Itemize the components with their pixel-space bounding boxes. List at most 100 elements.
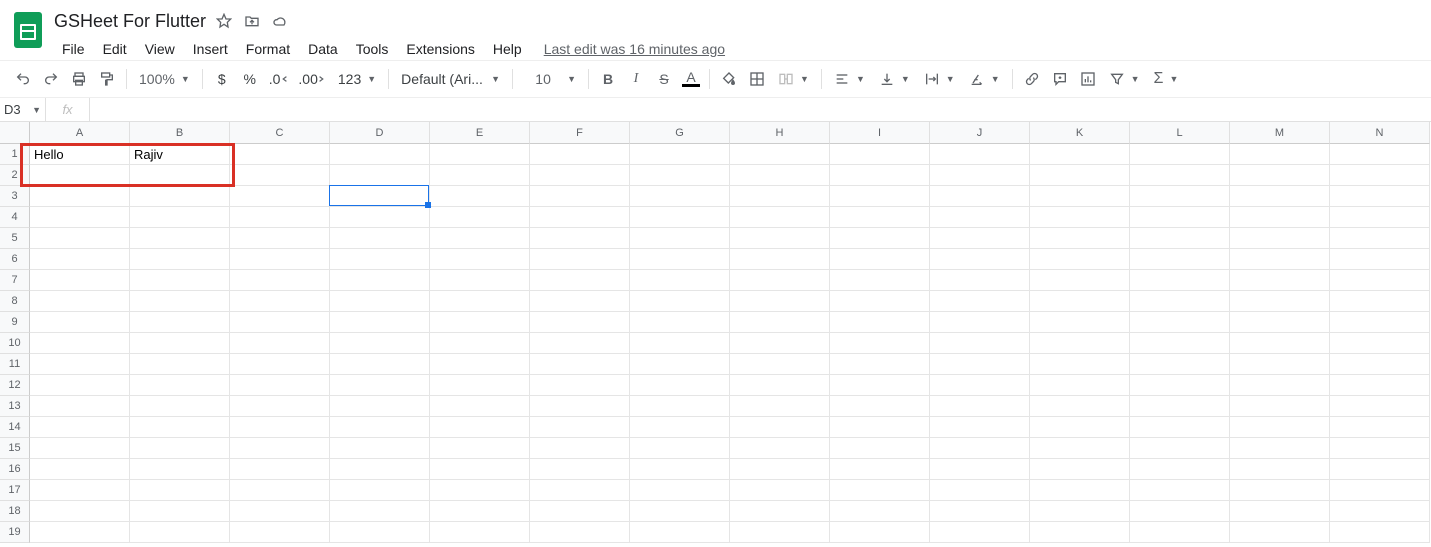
cell[interactable] (130, 270, 230, 291)
cell[interactable] (30, 459, 130, 480)
column-header[interactable]: A (30, 122, 130, 144)
cell[interactable] (630, 165, 730, 186)
cell[interactable] (530, 165, 630, 186)
cell[interactable] (1230, 396, 1330, 417)
cell[interactable] (430, 501, 530, 522)
cell[interactable] (530, 270, 630, 291)
cell[interactable] (330, 312, 430, 333)
cell[interactable] (330, 228, 430, 249)
cell[interactable] (1030, 438, 1130, 459)
cell[interactable] (430, 186, 530, 207)
cell[interactable] (930, 249, 1030, 270)
cell[interactable] (130, 522, 230, 543)
cell[interactable] (530, 522, 630, 543)
cell[interactable] (1230, 312, 1330, 333)
cell[interactable] (30, 480, 130, 501)
cell[interactable] (730, 312, 830, 333)
cell[interactable] (830, 186, 930, 207)
cell[interactable] (930, 375, 1030, 396)
row-header[interactable]: 12 (0, 375, 30, 396)
cell[interactable] (1330, 501, 1430, 522)
strikethrough-button[interactable]: S (651, 66, 677, 92)
cell[interactable] (1030, 522, 1130, 543)
horizontal-align-dropdown[interactable]: ▼ (828, 66, 871, 92)
cell[interactable] (30, 417, 130, 438)
select-all-corner[interactable] (0, 122, 30, 144)
percent-button[interactable]: % (237, 66, 263, 92)
cell[interactable] (230, 228, 330, 249)
column-header[interactable]: M (1230, 122, 1330, 144)
cell[interactable] (930, 396, 1030, 417)
cell[interactable] (730, 480, 830, 501)
cell[interactable] (830, 480, 930, 501)
cell[interactable] (330, 459, 430, 480)
vertical-align-dropdown[interactable]: ▼ (873, 66, 916, 92)
cell[interactable] (1130, 375, 1230, 396)
cell[interactable] (730, 291, 830, 312)
menu-tools[interactable]: Tools (348, 37, 397, 61)
cell[interactable] (530, 144, 630, 165)
cell[interactable] (530, 207, 630, 228)
cell[interactable] (1030, 207, 1130, 228)
app-logo[interactable] (8, 8, 48, 48)
cell[interactable] (730, 186, 830, 207)
cell[interactable] (830, 291, 930, 312)
cell[interactable] (1330, 312, 1430, 333)
cell[interactable] (630, 438, 730, 459)
menu-edit[interactable]: Edit (95, 37, 135, 61)
cell[interactable] (730, 354, 830, 375)
cell[interactable] (1330, 438, 1430, 459)
menu-data[interactable]: Data (300, 37, 346, 61)
cell[interactable] (730, 396, 830, 417)
cell[interactable] (1230, 144, 1330, 165)
menu-file[interactable]: File (54, 37, 93, 61)
cell[interactable] (530, 333, 630, 354)
cell[interactable] (1330, 270, 1430, 291)
insert-chart-button[interactable] (1075, 66, 1101, 92)
cell[interactable] (130, 291, 230, 312)
cell[interactable] (530, 228, 630, 249)
cell[interactable] (230, 501, 330, 522)
italic-button[interactable]: I (623, 66, 649, 92)
cell[interactable] (1030, 480, 1130, 501)
cell[interactable] (630, 270, 730, 291)
cell[interactable] (330, 375, 430, 396)
cell[interactable] (1230, 165, 1330, 186)
cell[interactable] (830, 375, 930, 396)
cell[interactable] (730, 375, 830, 396)
row-header[interactable]: 4 (0, 207, 30, 228)
fill-color-button[interactable] (716, 66, 742, 92)
cell[interactable]: Rajiv (130, 144, 230, 165)
cell[interactable] (930, 459, 1030, 480)
last-edit-link[interactable]: Last edit was 16 minutes ago (544, 41, 725, 57)
formula-input[interactable] (90, 98, 1431, 121)
cell[interactable] (130, 249, 230, 270)
cell[interactable] (830, 501, 930, 522)
cell[interactable] (30, 501, 130, 522)
cell[interactable] (430, 291, 530, 312)
column-header[interactable]: J (930, 122, 1030, 144)
decrease-decimal-button[interactable]: .0 (265, 66, 293, 92)
menu-format[interactable]: Format (238, 37, 298, 61)
print-button[interactable] (66, 66, 92, 92)
menu-extensions[interactable]: Extensions (398, 37, 482, 61)
more-formats-dropdown[interactable]: 123▼ (332, 66, 382, 92)
cell[interactable] (730, 333, 830, 354)
cell[interactable] (1130, 354, 1230, 375)
cell[interactable] (130, 417, 230, 438)
row-header[interactable]: 3 (0, 186, 30, 207)
cell[interactable] (230, 144, 330, 165)
cell[interactable]: Hello (30, 144, 130, 165)
cell[interactable] (930, 438, 1030, 459)
row-header[interactable]: 8 (0, 291, 30, 312)
cell[interactable] (30, 396, 130, 417)
cell[interactable] (830, 522, 930, 543)
cell[interactable] (530, 396, 630, 417)
row-header[interactable]: 16 (0, 459, 30, 480)
cell[interactable] (430, 522, 530, 543)
cell[interactable] (930, 522, 1030, 543)
star-icon[interactable] (214, 11, 234, 31)
cell[interactable] (30, 333, 130, 354)
font-size-dropdown[interactable]: 10▼ (519, 66, 582, 92)
cell[interactable] (530, 354, 630, 375)
